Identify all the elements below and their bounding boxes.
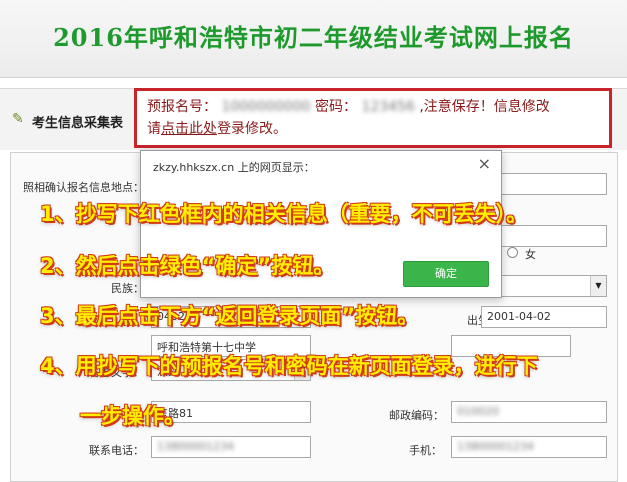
postcode-field[interactable]: 010020	[451, 401, 607, 423]
prereg-label: 预报名号：	[147, 99, 217, 115]
ok-button[interactable]: 确定	[403, 261, 489, 287]
instruction-step-4-line-2: 一步操作。	[80, 404, 185, 428]
notice-line2-post: 登录修改。	[217, 121, 287, 137]
chevron-down-icon: ▼	[590, 276, 606, 296]
postcode-value: 010020	[457, 405, 499, 418]
password-value: 123456	[361, 99, 415, 115]
label-phone: 联系电话：	[89, 444, 144, 457]
instruction-step-1: 1、抄写下红色框内的相关信息（重要，不可丢失）。	[40, 202, 528, 226]
notice-line2-pre: 请	[147, 121, 161, 137]
password-label: 密码：	[314, 99, 357, 115]
notice-line-1: 预报名号： 1000000000 密码： 123456 ,注意保存！信息修改	[147, 96, 599, 118]
label-confirm-location: 照相确认报名信息地点：	[23, 181, 144, 194]
form-icon: ✎	[12, 111, 24, 127]
page-title: 2016年呼和浩特市初二年级结业考试网上报名	[53, 23, 574, 52]
page-banner: 2016年呼和浩特市初二年级结业考试网上报名	[0, 0, 627, 78]
phone-value: 13800001234	[157, 440, 234, 453]
close-icon[interactable]: ×	[478, 154, 491, 173]
notice-line-2: 请点击此处登录修改。	[147, 118, 599, 140]
birth-date-field[interactable]: 2001-04-02	[481, 306, 607, 328]
registration-notice-box: 预报名号： 1000000000 密码： 123456 ,注意保存！信息修改 请…	[134, 88, 612, 148]
instruction-step-2: 2、然后点击绿色“确定”按钮。	[40, 254, 335, 278]
notice-warning: ,注意保存！信息修改	[419, 99, 550, 115]
instruction-step-4-line-1: 4、用抄写下的预报名号和密码在新页面登录，进行下	[40, 354, 538, 378]
prereg-number: 1000000000	[221, 99, 311, 115]
mobile-field[interactable]: 13800001234	[451, 436, 607, 458]
click-here-link[interactable]: 点击此处	[161, 121, 217, 137]
gender-female-radio[interactable]	[507, 247, 518, 258]
mobile-value: 13800001234	[457, 440, 534, 453]
phone-field[interactable]: 13800001234	[151, 436, 311, 458]
panel-title: 考生信息采集表	[32, 116, 124, 131]
label-mobile: 手机：	[409, 444, 442, 457]
instruction-step-3: 3、最后点击下方“返回登录页面”按钮。	[40, 304, 419, 328]
dialog-title: zkzy.hhkszx.cn 上的网页显示：	[153, 161, 315, 174]
birth-date-value: 2001-04-02	[487, 310, 551, 323]
label-postcode: 邮政编码：	[389, 409, 444, 422]
gender-female-label: 女	[525, 248, 536, 261]
